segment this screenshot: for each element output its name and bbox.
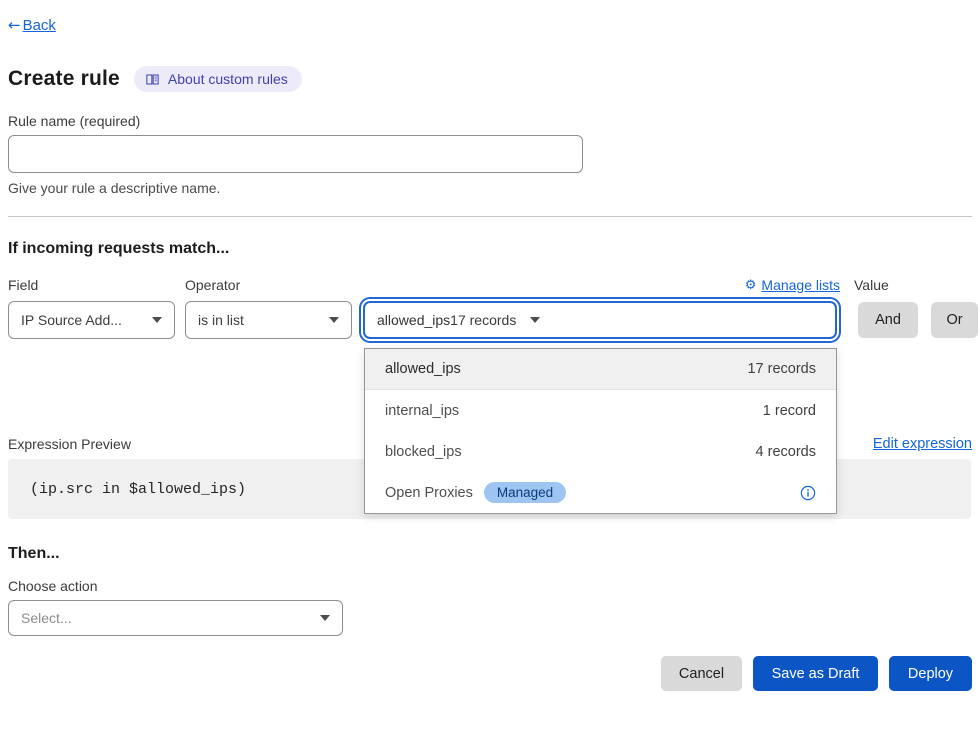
choose-action-label: Choose action [8, 578, 972, 594]
back-link[interactable]: ←Back [8, 16, 56, 34]
match-section-heading: If incoming requests match... [8, 240, 972, 258]
match-condition-row: IP Source Add... is in list allowed_ips … [8, 301, 972, 339]
list-item-name: Open Proxies [385, 485, 473, 501]
book-icon [145, 72, 160, 87]
footer-actions: Cancel Save as Draft Deploy [8, 656, 972, 691]
page-title: Create rule [8, 67, 120, 91]
list-item-records: 17 records [747, 361, 816, 377]
info-icon[interactable] [800, 485, 816, 501]
section-divider [8, 216, 972, 217]
value-select-records: 17 records [450, 312, 516, 328]
back-link-label: Back [23, 17, 56, 34]
value-label: Value [849, 277, 972, 293]
list-item-records: 1 record [763, 403, 816, 419]
action-select[interactable]: Select... [8, 600, 343, 636]
chevron-down-icon [329, 317, 339, 323]
list-item-blocked-ips[interactable]: blocked_ips 4 records [365, 431, 836, 472]
gear-icon: ⚙ [745, 278, 757, 293]
about-custom-rules-badge[interactable]: About custom rules [134, 66, 302, 92]
about-custom-rules-label: About custom rules [168, 71, 288, 87]
create-rule-page: ←Back Create rule About custom rules Rul… [0, 0, 979, 691]
manage-lists-cell: ⚙ Manage lists [360, 277, 849, 293]
rule-name-input[interactable] [8, 135, 583, 173]
value-select-wrap: allowed_ips 17 records allowed_ips 17 re… [363, 301, 837, 339]
title-row: Create rule About custom rules [8, 66, 972, 92]
expression-preview-label: Expression Preview [8, 436, 131, 452]
rule-name-helper: Give your rule a descriptive name. [8, 180, 972, 196]
then-section-heading: Then... [8, 545, 972, 563]
value-select-value: allowed_ips [377, 312, 450, 328]
field-select-value: IP Source Add... [21, 312, 152, 328]
list-item-open-proxies[interactable]: Open Proxies Managed [365, 472, 836, 513]
field-select[interactable]: IP Source Add... [8, 301, 175, 339]
condition-connectors: And Or [849, 302, 978, 338]
list-item-allowed-ips[interactable]: allowed_ips 17 records [365, 349, 836, 390]
expression-code: (ip.src in $allowed_ips) [30, 481, 246, 498]
chevron-down-icon [152, 317, 162, 323]
list-item-name: blocked_ips [385, 444, 462, 460]
value-select[interactable]: allowed_ips 17 records [363, 301, 837, 339]
operator-select-value: is in list [198, 312, 329, 328]
or-button[interactable]: Or [931, 302, 978, 338]
list-item-internal-ips[interactable]: internal_ips 1 record [365, 390, 836, 431]
list-item-name: allowed_ips [385, 361, 461, 377]
rule-name-label: Rule name (required) [8, 113, 972, 129]
deploy-button[interactable]: Deploy [889, 656, 972, 691]
operator-select[interactable]: is in list [185, 301, 352, 339]
list-item-name: internal_ips [385, 403, 459, 419]
and-button[interactable]: And [858, 302, 918, 338]
manage-lists-link[interactable]: ⚙ Manage lists [745, 277, 840, 293]
chevron-down-icon [320, 615, 330, 621]
list-dropdown: allowed_ips 17 records internal_ips 1 re… [364, 348, 837, 514]
edit-expression-link[interactable]: Edit expression [873, 436, 972, 452]
back-arrow-icon: ← [8, 16, 21, 34]
save-as-draft-button[interactable]: Save as Draft [753, 656, 878, 691]
chevron-down-icon [530, 317, 540, 323]
action-select-placeholder: Select... [21, 610, 320, 626]
match-labels-row: Field Operator Value ⚙ Manage lists [8, 277, 972, 293]
field-label: Field [8, 277, 185, 293]
operator-label: Operator [185, 277, 360, 293]
managed-badge: Managed [484, 482, 566, 503]
list-item-records: 4 records [756, 444, 816, 460]
cancel-button[interactable]: Cancel [661, 656, 742, 691]
manage-lists-label: Manage lists [761, 277, 840, 293]
